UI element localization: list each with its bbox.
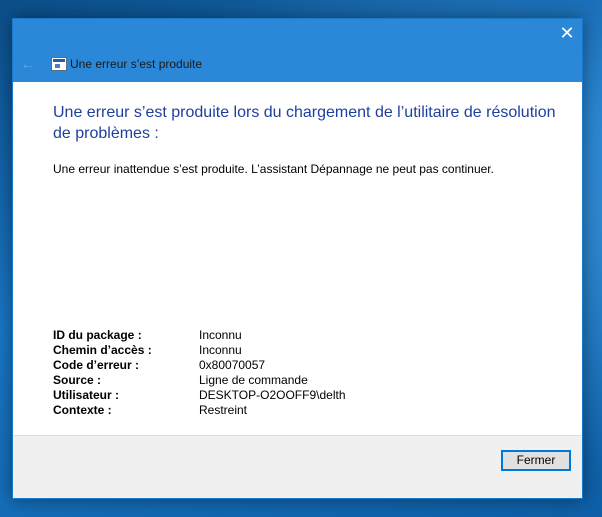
detail-value: Inconnu — [199, 328, 242, 342]
detail-value: DESKTOP-O2OOFF9\delth — [199, 388, 346, 402]
detail-value: Inconnu — [199, 343, 242, 357]
error-message: Une erreur inattendue s’est produite. L’… — [53, 162, 494, 176]
close-button[interactable]: Fermer — [501, 450, 571, 471]
page-heading: Une erreur s’est produite lors du charge… — [53, 104, 556, 142]
detail-label: Utilisateur : — [53, 388, 120, 402]
detail-label: ID du package : — [53, 328, 142, 342]
detail-row-source: Source : Ligne de commande — [53, 373, 453, 388]
detail-value: Ligne de commande — [199, 373, 308, 387]
detail-label: Chemin d’accès : — [53, 343, 152, 357]
detail-value: 0x80070057 — [199, 358, 266, 372]
navigation-bar: ← Une erreur s’est produite — [13, 49, 582, 82]
error-dialog-window: ✕ ← Une erreur s’est produite Une erreur… — [12, 18, 583, 499]
title-bar: ✕ — [13, 19, 582, 49]
detail-row-path: Chemin d’accès : Inconnu — [53, 343, 453, 358]
detail-value: Restreint — [199, 403, 248, 417]
detail-label: Code d’erreur : — [53, 358, 140, 372]
detail-label: Source : — [53, 373, 102, 387]
error-details: ID du package : Inconnu Chemin d’accès :… — [53, 328, 453, 418]
detail-row-error-code: Code d’erreur : 0x80070057 — [53, 358, 453, 373]
troubleshooter-app-icon — [51, 57, 67, 71]
back-button[interactable]: ← — [17, 55, 39, 75]
detail-label: Contexte : — [53, 403, 112, 417]
dialog-footer: Fermer — [13, 435, 582, 498]
nav-title: Une erreur s’est produite — [70, 57, 203, 71]
detail-row-context: Contexte : Restreint — [53, 403, 453, 418]
back-arrow-icon: ← — [20, 56, 36, 73]
close-icon: ✕ — [559, 23, 575, 43]
detail-row-package-id: ID du package : Inconnu — [53, 328, 453, 343]
close-window-button[interactable]: ✕ — [552, 19, 582, 49]
detail-row-user: Utilisateur : DESKTOP-O2OOFF9\delth — [53, 388, 453, 403]
